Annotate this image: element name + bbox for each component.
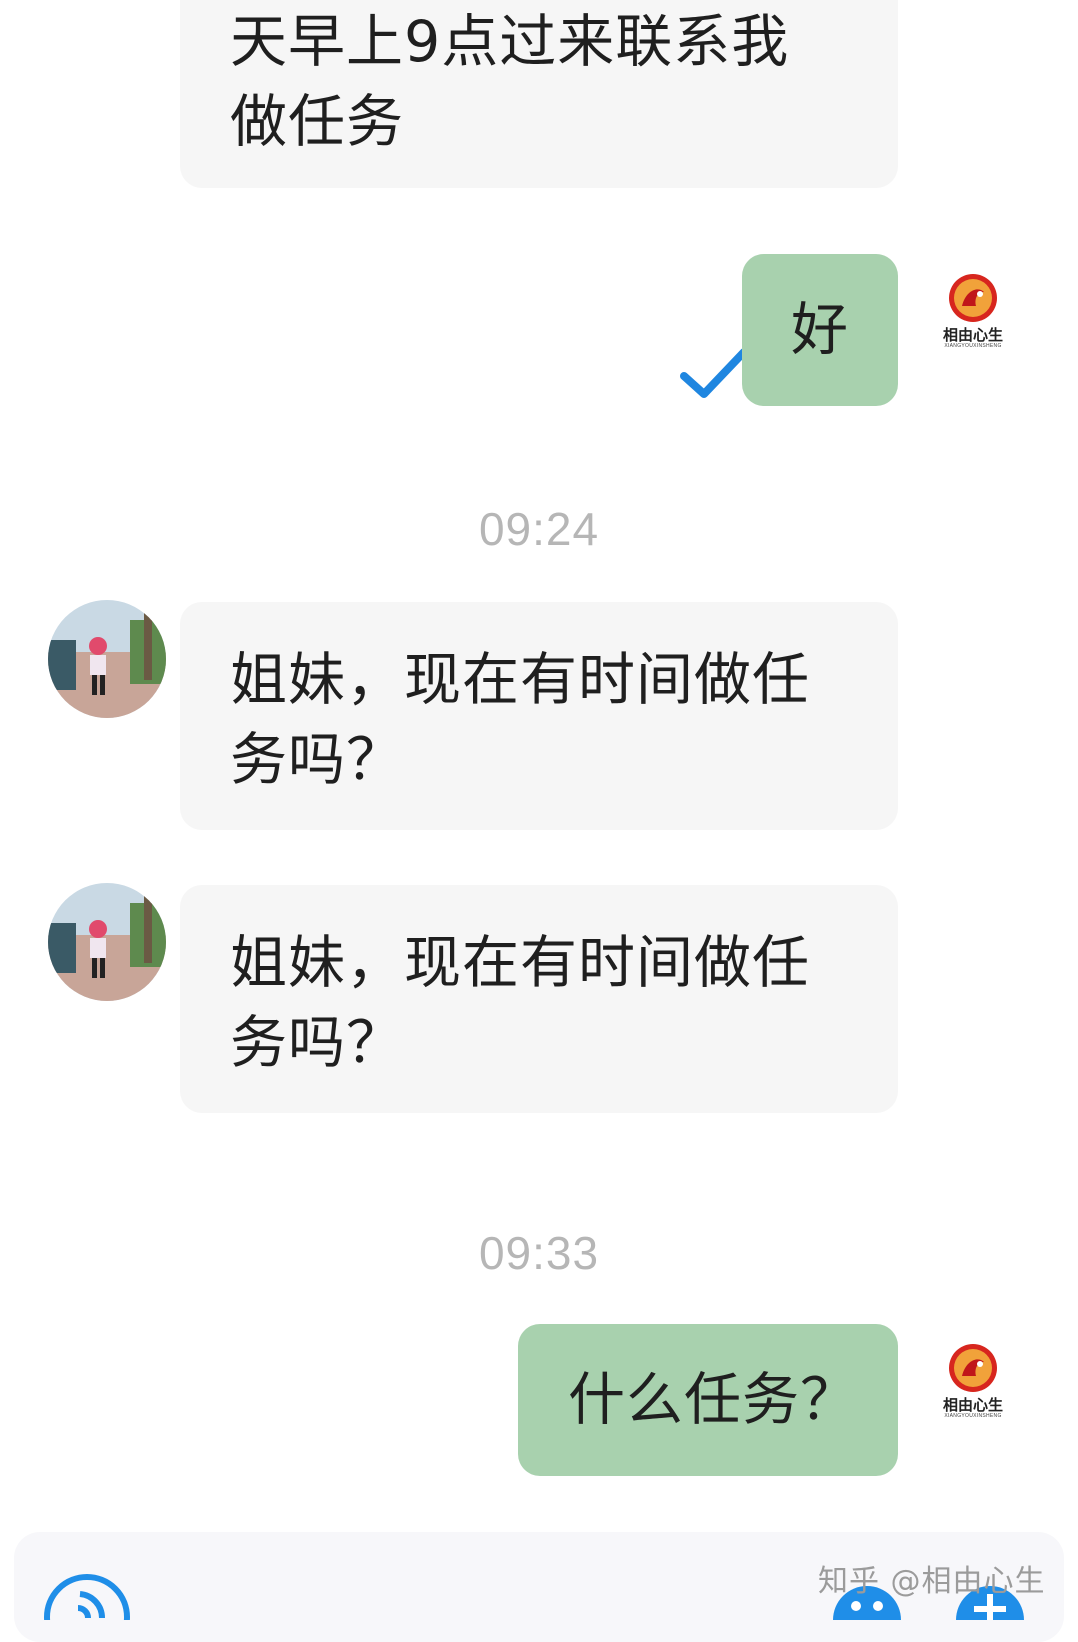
message-text-line: 务吗？ xyxy=(230,1010,404,1076)
avatar-logo-text: 相由心生 xyxy=(942,326,1003,344)
contact-photo xyxy=(48,600,166,718)
logo-icon xyxy=(949,274,997,322)
contact-avatar[interactable] xyxy=(48,600,166,718)
contact-photo xyxy=(48,883,166,1001)
message-bubble-incoming[interactable]: 姐妹，现在有时间做任 务吗？ xyxy=(180,885,898,1113)
avatar-logo-subtext: XIANGYOUXINSHENG xyxy=(944,1413,1002,1419)
message-bubble-incoming[interactable]: 姐妹，现在有时间做任 务吗？ xyxy=(180,602,898,830)
message-bubble-outgoing[interactable]: 什么任务？ xyxy=(518,1324,898,1476)
avatar-logo-text: 相由心生 xyxy=(942,1396,1003,1414)
check-icon xyxy=(680,348,748,398)
timestamp: 09:24 xyxy=(478,503,600,555)
self-avatar[interactable]: 相由心生 XIANGYOUXINSHENG xyxy=(928,1342,1018,1432)
message-bubble-incoming[interactable]: 天早上9点过来联系我 做任务 xyxy=(180,0,898,188)
message-text-line: 务吗？ xyxy=(230,727,404,793)
timestamp: 09:33 xyxy=(478,1227,600,1279)
watermark: 知乎 @相由心生 xyxy=(818,1564,1046,1599)
message-text-line: 天早上9点过来联系我 xyxy=(230,9,790,75)
message-text-line: 好 xyxy=(791,297,849,363)
message-text-line: 什么任务？ xyxy=(568,1367,858,1433)
avatar-logo-subtext: XIANGYOUXINSHENG xyxy=(944,343,1002,349)
logo-icon xyxy=(949,1344,997,1392)
message-text-line: 做任务 xyxy=(230,89,404,155)
message-bubble-outgoing[interactable]: 好 xyxy=(742,254,898,406)
message-text-line: 姐妹，现在有时间做任 xyxy=(230,930,810,996)
voice-icon[interactable] xyxy=(42,1572,132,1620)
contact-avatar[interactable] xyxy=(48,883,166,1001)
message-text-line: 姐妹，现在有时间做任 xyxy=(230,647,810,713)
self-avatar[interactable]: 相由心生 XIANGYOUXINSHENG xyxy=(928,272,1018,362)
